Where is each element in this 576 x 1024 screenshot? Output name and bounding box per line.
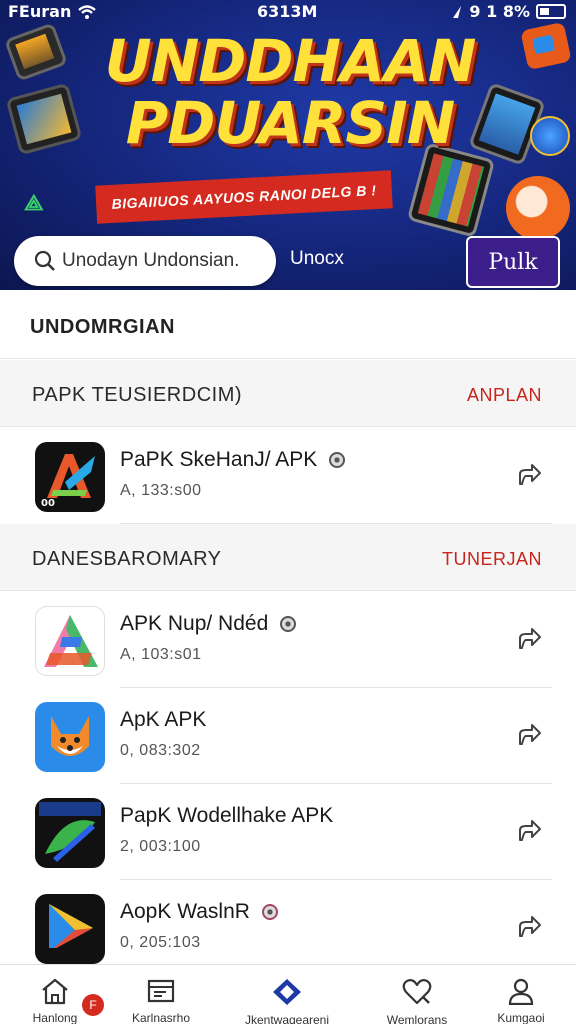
app-list-item[interactable]: APK Nup/ Ndéd A, 103:s01 [0,592,576,688]
battery-icon [536,4,566,19]
mascot-illustration [506,176,570,240]
app-name-text: PaPK SkeHanJ/ APK [120,448,318,471]
status-bar: FEuran 6313M 9 1 8% [0,0,576,26]
banner-title-line: UNDDHAAN [104,27,477,95]
app-meta: A, 133:s00 [120,482,202,499]
divider [0,590,576,591]
app-meta: 0, 083:302 [120,742,201,759]
group-see-all-link[interactable]: TUNERJAN [442,549,542,570]
divider [0,358,576,359]
share-icon[interactable] [516,626,542,652]
verified-badge-icon [261,904,278,921]
banner-title-line: PDUARSIN [125,89,456,157]
heart-search-icon [402,979,432,1005]
verified-badge-icon [329,452,346,469]
nav-item-profile[interactable]: Kumgaoi [466,977,576,1024]
notification-badge: F [82,994,104,1016]
group-title: DANESBAROMARY [32,548,222,570]
divider [0,426,576,427]
carrier-label: FEuran [8,2,72,21]
banner-title: UNDDHAAN PDUARSIN [100,30,480,154]
app-name: APK Nup/ Ndéd [120,612,297,636]
status-right-info: 9 1 8% [469,2,530,21]
folder-icon [147,979,175,1003]
gadget-illustration [520,21,572,71]
app-name: PapK Wodellhake APK [120,804,333,828]
app-list-item[interactable]: ApK APK 0, 083:302 [0,688,576,784]
app-meta: A, 103:s01 [120,646,202,663]
app-screen: FEuran 6313M 9 1 8% ⟁ UNDDHAAN PDUARSIN … [0,0,576,1024]
orb-illustration [530,116,570,156]
nav-item-wishlist[interactable]: Wemlorans [362,977,472,1024]
search-input[interactable] [62,250,272,272]
app-list-item[interactable]: AopK WaslnR 0, 205:103 [0,880,576,976]
app-icon [35,894,105,964]
app-name: ApK APK [120,708,206,732]
bottom-nav: Hanlong Karlnasrho Jkentwaqeareni Wemlor… [0,964,576,1024]
app-meta: 2, 003:100 [120,838,201,855]
verified-badge-icon [280,616,297,633]
diamond-icon [273,979,301,1005]
app-name-text: ApK APK [120,708,207,731]
app-name: PaPK SkeHanJ/ APK [120,448,346,472]
nav-item-discover[interactable]: Jkentwaqeareni [232,977,342,1024]
share-icon[interactable] [516,818,542,844]
share-icon[interactable] [516,462,542,488]
location-icon [453,5,462,18]
group-see-all-link[interactable]: ANPLAN [467,385,542,406]
app-meta: 0, 205:103 [120,934,201,951]
banner-ribbon: BIGAIIUOS AAYUOS RANOI DELG B ! [95,170,393,224]
share-icon[interactable] [516,722,542,748]
wifi-icon [78,4,97,19]
home-icon [42,978,68,1005]
status-time: 6313M [257,2,318,21]
nav-label: Wemlorans [386,1013,448,1024]
push-button[interactable]: Pulk [466,236,560,288]
status-right: 9 1 8% [451,2,566,21]
app-name: AopK WaslnR [120,900,278,924]
phone-illustration [4,22,68,82]
app-list-item[interactable]: 00 PaPK SkeHanJ/ APK A, 133:s00 [0,428,576,524]
section-title: UNDOMRGIAN [30,316,175,338]
svg-text:00: 00 [41,498,55,509]
group-header: DANESBAROMARY TUNERJAN [0,524,576,590]
nav-label: Jkentwaqeareni [244,1013,330,1024]
app-name-text: AopK WaslnR [120,900,250,923]
share-icon[interactable] [516,914,542,940]
search-icon [34,250,55,271]
unlock-link[interactable]: Unocx [290,248,344,270]
app-name-text: APK Nup/ Ndéd [120,612,269,635]
sparkle-icon: ⟁ [24,190,44,215]
status-left: FEuran [8,2,97,21]
app-icon [35,798,105,868]
nav-label: Kumgaoi [497,1011,545,1024]
app-icon [35,702,105,772]
group-header: PAPK TEUSIERDCIM) ANPLAN [0,360,576,426]
phone-illustration [5,82,83,156]
user-icon [508,978,534,1005]
search-bar[interactable] [14,236,276,286]
nav-item-folder[interactable]: Karlnasrho [106,977,216,1024]
app-name-text: PapK Wodellhake APK [120,804,334,827]
app-icon: 00 [35,442,105,512]
app-list-item[interactable]: PapK Wodellhake APK 2, 003:100 [0,784,576,880]
nav-label: Karlnasrho [131,1011,191,1024]
app-icon [35,606,105,676]
promo-banner[interactable]: FEuran 6313M 9 1 8% ⟁ UNDDHAAN PDUARSIN … [0,0,576,290]
group-title: PAPK TEUSIERDCIM) [32,384,243,406]
